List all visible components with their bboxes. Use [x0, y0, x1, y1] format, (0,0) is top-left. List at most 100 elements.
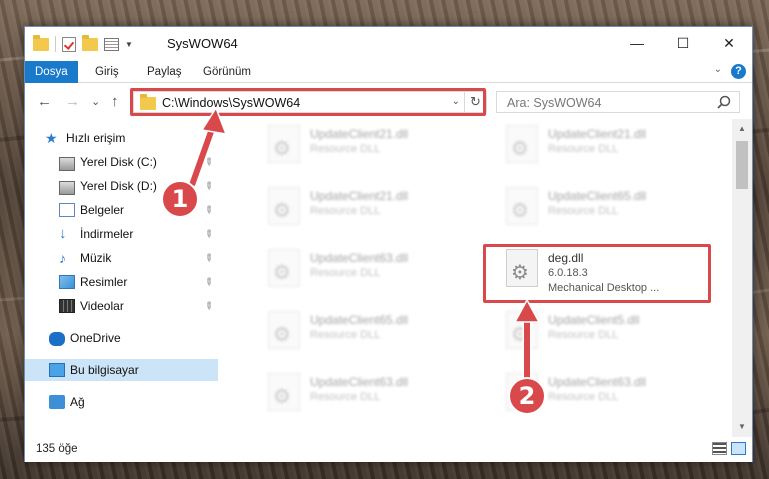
up-button[interactable]: ↑: [111, 93, 119, 110]
sidebar-item-label: Yerel Disk (C:): [80, 155, 157, 169]
pin-icon[interactable]: ✎: [201, 275, 215, 289]
explorer-window: ▼ SysWOW64 — ☐ ✕ Dosya Giriş Paylaş Görü…: [24, 26, 753, 462]
scroll-down-icon[interactable]: ▼: [732, 419, 752, 435]
navigation-pane: ★ Hızlı erişim Yerel Disk (C:) ✎ Yerel D…: [25, 119, 218, 437]
file-description: Resource DLL: [310, 143, 381, 155]
view-properties-icon[interactable]: [104, 37, 119, 51]
scroll-thumb[interactable]: [736, 141, 748, 189]
network-icon: [49, 395, 65, 409]
dll-file-icon: [506, 311, 538, 349]
document-icon: [59, 203, 75, 217]
dll-file-icon: [268, 373, 300, 411]
sidebar-item-onedrive[interactable]: OneDrive: [25, 327, 218, 349]
file-description: Resource DLL: [310, 391, 381, 403]
file-name: UpdateClient65.dll: [310, 313, 409, 327]
pin-icon[interactable]: ✎: [201, 299, 215, 313]
forward-button[interactable]: →: [65, 93, 80, 110]
file-name: UpdateClient63.dll: [310, 251, 409, 265]
sidebar-item-label: Ağ: [70, 395, 85, 409]
properties-check-icon[interactable]: [62, 36, 76, 52]
details-view-icon[interactable]: [712, 442, 727, 455]
dll-file-icon: [268, 187, 300, 225]
back-button[interactable]: ←: [37, 93, 52, 110]
toolbar-separator: [55, 36, 56, 52]
search-placeholder: Ara: SysWOW64: [507, 96, 602, 110]
list-item[interactable]: UpdateClient65.dll Resource DLL: [496, 181, 726, 231]
sidebar-item-label: Belgeler: [80, 203, 125, 217]
file-highlight-box: [483, 244, 711, 303]
pin-icon[interactable]: ✎: [201, 179, 215, 193]
minimize-button[interactable]: —: [614, 27, 660, 59]
sidebar-item-label: OneDrive: [70, 331, 121, 345]
list-item[interactable]: UpdateClient21.dll Resource DLL: [496, 119, 726, 169]
dll-file-icon: [268, 311, 300, 349]
tab-dosya[interactable]: Dosya: [25, 61, 78, 83]
callout-badge-2: 2: [508, 377, 546, 415]
pin-icon[interactable]: ✎: [201, 227, 215, 241]
list-item[interactable]: UpdateClient21.dll Resource DLL: [258, 181, 488, 231]
title-bar: ▼ SysWOW64 — ☐ ✕: [25, 27, 752, 61]
file-name: UpdateClient63.dll: [310, 375, 409, 389]
maximize-button[interactable]: ☐: [660, 27, 706, 59]
customize-toolbar-arrow-icon[interactable]: ▼: [125, 40, 133, 49]
pin-icon[interactable]: ✎: [201, 203, 215, 217]
sidebar-item-videos[interactable]: Videolar ✎: [25, 295, 218, 317]
music-icon: ♪: [59, 250, 66, 266]
vertical-scrollbar[interactable]: ▲ ▼: [732, 119, 752, 437]
disk-icon: [59, 157, 75, 171]
search-box[interactable]: Ara: SysWOW64: [496, 91, 740, 113]
sidebar-item-quick-access[interactable]: ★ Hızlı erişim: [25, 127, 218, 149]
tab-paylas[interactable]: Paylaş: [137, 61, 192, 83]
sidebar-item-label: Videolar: [80, 299, 124, 313]
file-name: UpdateClient5.dll: [548, 313, 640, 327]
sidebar-item-network[interactable]: Ağ: [25, 391, 218, 413]
close-button[interactable]: ✕: [706, 27, 752, 59]
file-description: Resource DLL: [310, 329, 381, 341]
navigation-bar: ← → ⌄ ↑ C:\Windows\SysWOW64 ⌄ ↻ Ara: Sys…: [25, 83, 752, 119]
new-folder-icon[interactable]: [82, 34, 98, 51]
tab-giris[interactable]: Giriş: [85, 61, 129, 83]
search-icon[interactable]: [717, 95, 731, 109]
sidebar-item-label: Yerel Disk (D:): [80, 179, 157, 193]
file-name: UpdateClient21.dll: [548, 127, 647, 141]
sidebar-item-label: Hızlı erişim: [66, 131, 126, 145]
list-item[interactable]: UpdateClient21.dll Resource DLL: [258, 119, 488, 169]
sidebar-item-music[interactable]: ♪ Müzik ✎: [25, 247, 218, 269]
sidebar-item-downloads[interactable]: ↓ İndirmeler ✎: [25, 223, 218, 245]
help-icon[interactable]: ?: [731, 64, 746, 79]
list-item[interactable]: UpdateClient65.dll Resource DLL: [258, 305, 488, 355]
sidebar-item-local-disk-c[interactable]: Yerel Disk (C:) ✎: [25, 151, 218, 173]
item-count: 135 öğe: [36, 443, 78, 455]
view-switcher: [712, 442, 746, 455]
video-icon: [59, 299, 75, 313]
tiles-view-icon[interactable]: [731, 442, 746, 455]
file-name: UpdateClient65.dll: [548, 189, 647, 203]
dll-file-icon: [268, 125, 300, 163]
star-icon: ★: [45, 130, 58, 146]
list-item[interactable]: UpdateClient63.dll Resource DLL: [258, 367, 488, 417]
tab-gorunum[interactable]: Görünüm: [193, 61, 261, 83]
callout-badge-1: 1: [161, 180, 199, 218]
dll-file-icon: [268, 249, 300, 287]
list-item[interactable]: UpdateClient5.dll Resource DLL: [496, 305, 726, 355]
sidebar-item-pictures[interactable]: Resimler ✎: [25, 271, 218, 293]
file-description: Resource DLL: [548, 329, 619, 341]
file-description: Resource DLL: [310, 267, 381, 279]
scroll-up-icon[interactable]: ▲: [732, 121, 752, 137]
expand-ribbon-chevron-icon[interactable]: ⌄: [714, 64, 722, 75]
window-title: SysWOW64: [167, 36, 238, 51]
file-name: UpdateClient21.dll: [310, 189, 409, 203]
pin-icon[interactable]: ✎: [201, 251, 215, 265]
dll-file-icon: [506, 187, 538, 225]
sidebar-item-label: Resimler: [80, 275, 128, 289]
cloud-icon: [49, 332, 65, 346]
recent-locations-button[interactable]: ⌄: [91, 95, 100, 108]
pin-icon[interactable]: ✎: [201, 155, 215, 169]
list-item[interactable]: UpdateClient63.dll Resource DLL: [258, 243, 488, 293]
sidebar-item-this-pc[interactable]: Bu bilgisayar: [25, 359, 218, 381]
address-highlight-box: [130, 88, 486, 116]
sidebar-item-label: Bu bilgisayar: [70, 363, 139, 377]
sidebar-item-label: İndirmeler: [80, 227, 134, 241]
computer-icon: [49, 363, 65, 377]
file-name: UpdateClient63.dll: [548, 375, 647, 389]
